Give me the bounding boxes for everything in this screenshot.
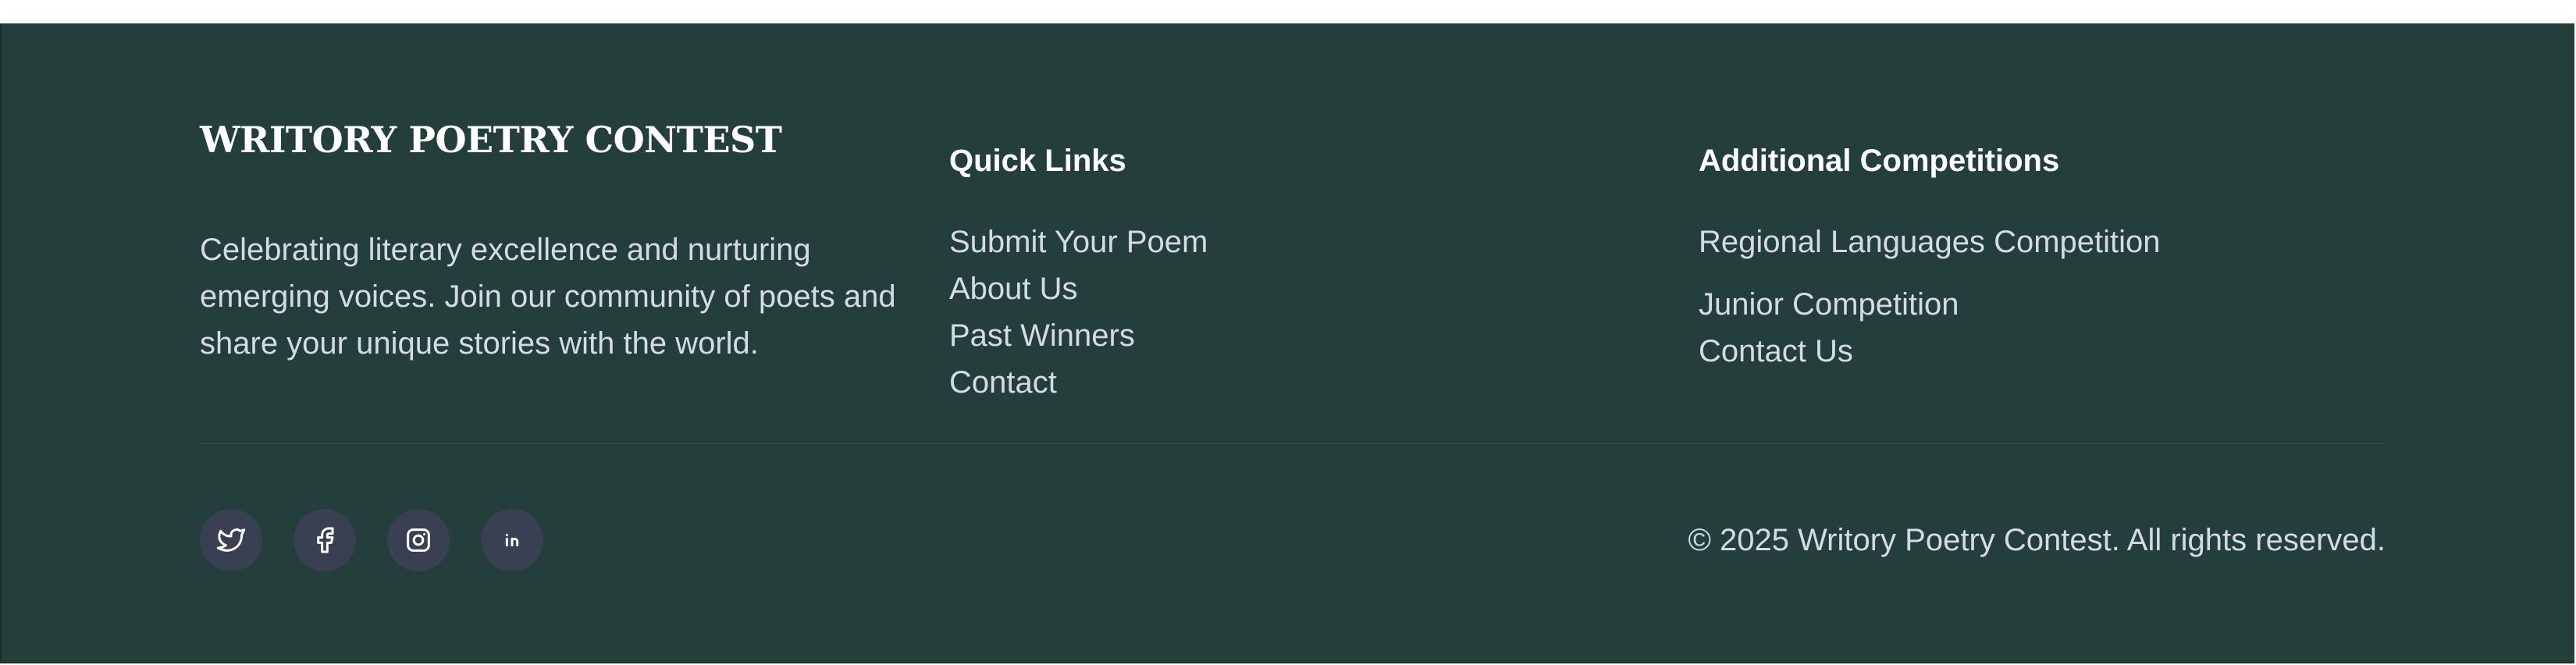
brand-description: Celebrating literary excellence and nurt… — [200, 233, 896, 361]
link-junior-competition[interactable]: Junior Competition — [1699, 281, 2161, 328]
twitter-button[interactable] — [200, 509, 262, 571]
additional-competitions-list: Regional Languages Competition Junior Co… — [1699, 219, 2161, 375]
instagram-icon — [407, 528, 430, 552]
link-submit-your-poem[interactable]: Submit Your Poem — [949, 219, 1208, 265]
quick-links-list: Submit Your Poem About Us Past Winners C… — [949, 219, 1208, 406]
additional-competitions-title: Additional Competitions — [1699, 144, 2060, 178]
social-links — [200, 509, 543, 571]
linkedin-button[interactable] — [481, 509, 543, 571]
link-regional-languages-competition[interactable]: Regional Languages Competition — [1699, 219, 2161, 265]
link-contact[interactable]: Contact — [949, 359, 1208, 406]
site-footer: WRITORY POETRY CONTEST Celebrating liter… — [0, 23, 2574, 663]
brand-title: WRITORY POETRY CONTEST — [200, 119, 782, 161]
facebook-icon — [317, 527, 334, 553]
link-about-us[interactable]: About Us — [949, 265, 1208, 312]
link-past-winners[interactable]: Past Winners — [949, 312, 1208, 359]
link-contact-us[interactable]: Contact Us — [1699, 328, 2161, 375]
facebook-button[interactable] — [294, 509, 356, 571]
footer-inner: WRITORY POETRY CONTEST Celebrating liter… — [200, 23, 2386, 662]
instagram-button[interactable] — [387, 509, 450, 571]
twitter-icon — [216, 528, 246, 552]
copyright-text: © 2025 Writory Poetry Contest. All right… — [1688, 523, 2386, 557]
quick-links-title: Quick Links — [949, 144, 1126, 178]
linkedin-icon — [505, 533, 519, 547]
footer-divider — [200, 443, 2386, 444]
